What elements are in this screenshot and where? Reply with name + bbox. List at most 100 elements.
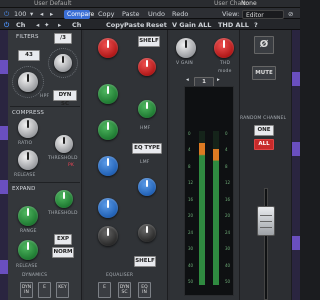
expand-threshold-knob[interactable]	[55, 190, 73, 208]
plugin-reset-button[interactable]: Reset	[146, 21, 167, 29]
key-button[interactable]: KEY	[56, 282, 69, 298]
title-bar: User Default User Chain: None	[0, 0, 300, 8]
lpf-knob[interactable]	[54, 54, 72, 72]
meter-tick-label: 40	[225, 262, 231, 268]
meter-tick-label: 4	[188, 147, 191, 153]
meter-tick-label: 30	[225, 246, 231, 252]
vgain-all-button[interactable]: V Gain ALL	[172, 21, 211, 29]
vgain-knob[interactable]	[176, 38, 196, 58]
compress-release-knob[interactable]	[18, 150, 38, 170]
meter-tick-label: 16	[188, 196, 194, 202]
lpf-button[interactable]: /3	[54, 33, 72, 44]
chevron-right-icon[interactable]: ▸	[217, 77, 220, 83]
chevron-down-icon[interactable]: ▾	[30, 10, 33, 18]
plugin-header-label: Ch	[72, 21, 82, 29]
power-icon[interactable]: ⏻	[4, 10, 9, 19]
fader-track[interactable]	[264, 188, 268, 300]
meter-tick-label: 24	[225, 229, 231, 235]
exp-button[interactable]: EXP	[54, 234, 72, 245]
meter-tick-label: 0	[225, 131, 228, 136]
compare-button[interactable]: Compare	[64, 10, 94, 19]
prev-preset-icon[interactable]: ◂	[40, 10, 43, 18]
channel-column: V GAIN THD mode 1 ◂ ▸ 0 0 4 4 8 8 12 12 16 16 20 20…	[170, 30, 240, 300]
hmf-freq-knob[interactable]	[138, 100, 156, 118]
user-chain-value[interactable]: None	[241, 0, 257, 7]
chevron-right-icon[interactable]: ▸	[58, 21, 61, 29]
hmf-gain-knob[interactable]	[98, 84, 118, 104]
redo-button[interactable]: Redo	[172, 10, 188, 18]
help-icon[interactable]: ?	[254, 21, 258, 29]
phase-button[interactable]: Ø	[254, 36, 274, 54]
zoom-value[interactable]: 100	[14, 10, 26, 18]
expand-release-label: RELEASE	[16, 264, 38, 269]
hpf-knob[interactable]	[18, 72, 38, 92]
meter-tick-label: 40	[188, 262, 194, 268]
expand-release-knob[interactable]	[18, 240, 38, 260]
lmf-gain-knob[interactable]	[98, 156, 118, 176]
norm-button[interactable]: NORM	[52, 247, 74, 258]
link-icon[interactable]: ⊘	[288, 10, 293, 18]
copy-button[interactable]: Copy	[98, 10, 115, 18]
meter-tick-label: 16	[225, 196, 231, 202]
lf-gain-knob[interactable]	[98, 226, 118, 246]
undo-button[interactable]: Undo	[148, 10, 165, 18]
plugin-paste-button[interactable]: Paste	[124, 21, 144, 29]
meter-tick-label: 0	[188, 131, 191, 136]
expand-threshold-label: THRESHOLD	[48, 211, 78, 216]
meter-tick-label: 8	[188, 163, 191, 169]
lmf-label: LMF	[140, 160, 150, 165]
hpf-button[interactable]: 43	[18, 50, 40, 61]
view-label: View:	[222, 10, 240, 18]
chevron-left-icon[interactable]: ◂	[36, 21, 39, 29]
thd-all-button[interactable]: THD ALL	[218, 21, 249, 29]
eq-column: SHELF HMF EQ TYPE LMF SHELF EQUALISER E …	[84, 30, 168, 300]
meter-tick-label: 12	[225, 180, 231, 186]
filters-title: FILTERS	[16, 34, 39, 40]
chevron-left-icon[interactable]: ◂	[186, 77, 189, 83]
plugin-copy-button[interactable]: Copy	[106, 21, 124, 29]
lf-freq-knob[interactable]	[138, 224, 156, 242]
dyn-in-button[interactable]: DYN IN	[20, 282, 33, 298]
hmf-q-knob[interactable]	[98, 120, 118, 140]
shelf-top-button[interactable]: SHELF	[138, 36, 160, 47]
thd-label: THD	[220, 61, 231, 66]
thd-knob[interactable]	[214, 38, 234, 58]
shelf-bottom-button[interactable]: SHELF	[134, 256, 156, 267]
ratio-knob[interactable]	[18, 118, 38, 138]
random-all-button[interactable]: ALL	[254, 139, 274, 150]
track-strip-left	[0, 30, 8, 300]
meter-tick-label: 20	[188, 213, 194, 219]
next-preset-icon[interactable]: ▸	[50, 10, 53, 18]
dyn-e-button[interactable]: E	[38, 282, 51, 298]
toolbar: ⏻ 100 ▾ ◂ ▸ Compare Copy Paste Undo Redo…	[0, 8, 300, 19]
eq-dyn-sc-button[interactable]: DYN SC	[118, 282, 131, 298]
eq-type-button[interactable]: EQ TYPE	[132, 143, 162, 154]
power-icon[interactable]: ⏻	[4, 21, 9, 30]
eq-e-button[interactable]: E	[98, 282, 111, 298]
meter-tick-label: 50	[225, 279, 231, 284]
random-one-button[interactable]: ONE	[254, 125, 274, 136]
equaliser-title: EQUALISER	[106, 273, 134, 278]
dynamics-column: FILTERS 43 /3 HPF DYN SC COMPRESS RATIO …	[8, 30, 82, 300]
compress-title: COMPRESS	[12, 110, 45, 116]
paste-button[interactable]: Paste	[122, 10, 140, 18]
hf-freq-knob[interactable]	[138, 58, 156, 76]
mute-button[interactable]: MUTE	[252, 66, 276, 80]
channel-button[interactable]: Ch	[16, 21, 25, 29]
eq-in-button[interactable]: EQ IN	[138, 282, 151, 298]
lmf-freq-knob[interactable]	[138, 178, 156, 196]
compress-threshold-knob[interactable]	[55, 135, 73, 153]
range-knob[interactable]	[18, 206, 38, 226]
output-fader[interactable]	[257, 206, 275, 237]
meter-right-fill	[213, 149, 219, 285]
hf-gain-knob[interactable]	[98, 38, 118, 58]
meter-tick-label: 4	[225, 147, 228, 153]
view-select[interactable]: Editor	[242, 10, 284, 19]
track-strip-right	[292, 30, 300, 300]
meter-tick-label: 8	[225, 163, 228, 169]
expand-title: EXPAND	[12, 186, 36, 192]
meter-right	[213, 131, 219, 285]
lmf-q-knob[interactable]	[98, 198, 118, 218]
preset-name[interactable]: User Default	[34, 0, 72, 7]
dyn-sc-button[interactable]: DYN SC	[53, 90, 77, 107]
